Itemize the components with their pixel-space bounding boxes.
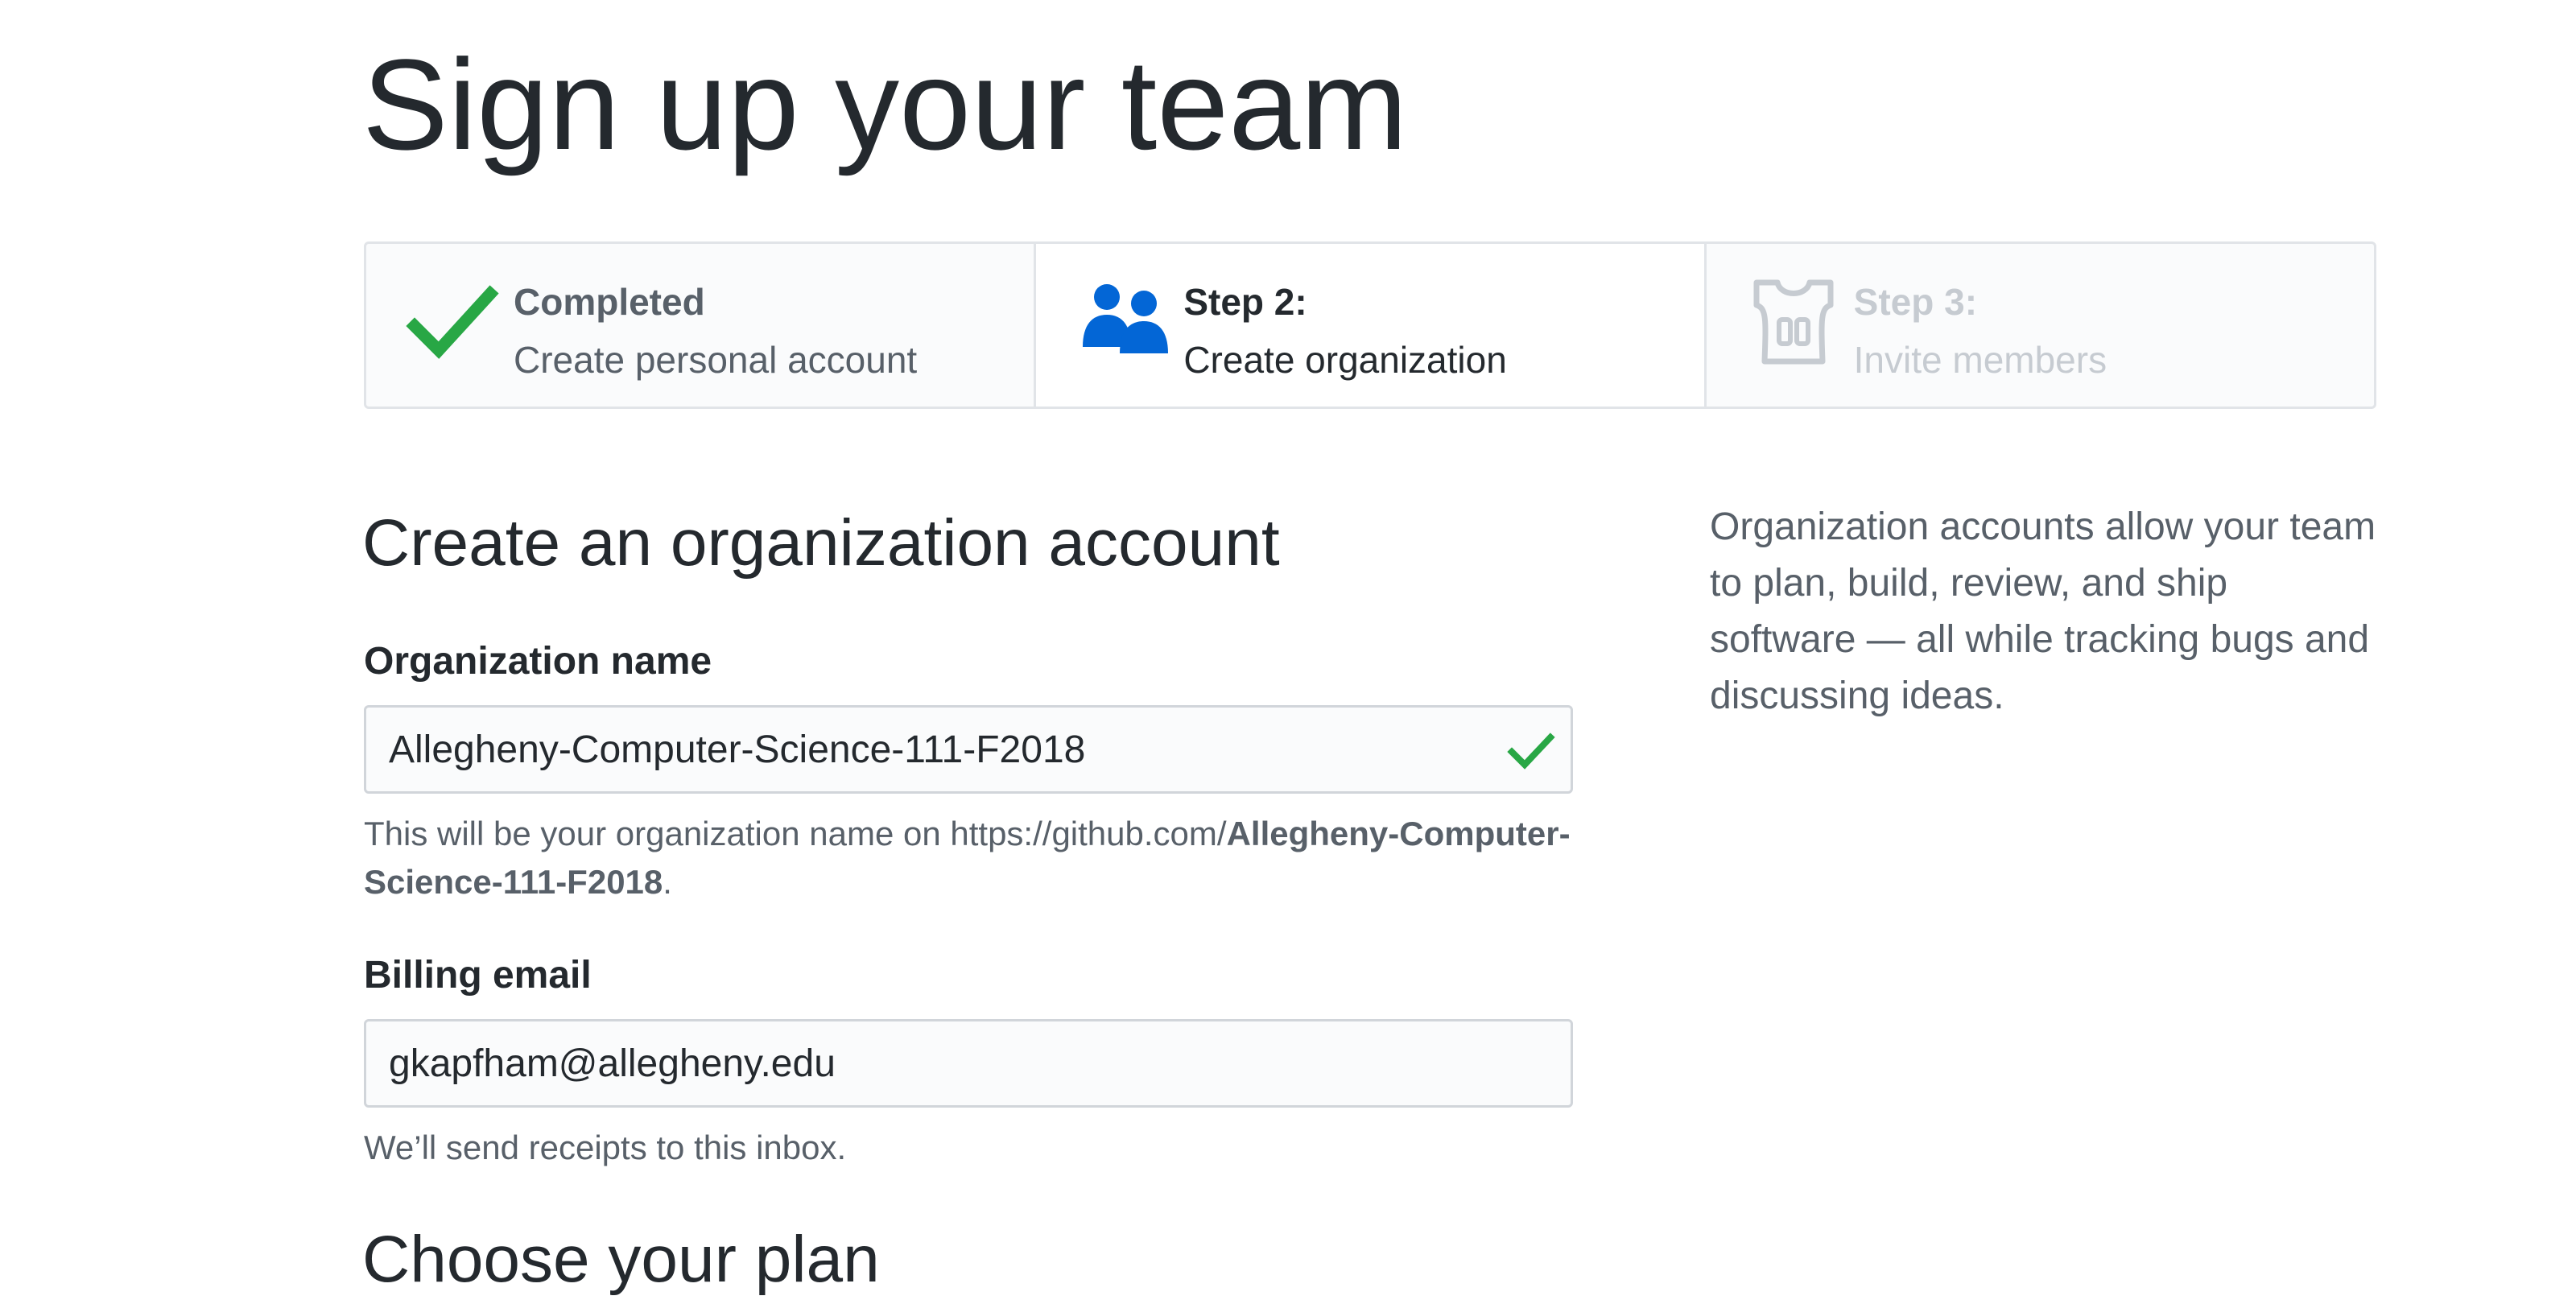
step-completed: Completed Create personal account [366,244,1034,407]
step-description: Create organization [1183,339,1507,381]
org-name-input[interactable] [364,705,1573,794]
valid-checkmark-icon [1507,733,1555,770]
page-title: Sign up your team [362,32,1408,176]
step-heading: Step 3: [1853,281,1978,323]
step-description: Invite members [1853,339,2107,381]
org-name-label: Organization name [364,640,712,683]
billing-email-label: Billing email [364,954,592,997]
step-heading: Completed [514,281,705,323]
step-heading: Step 2: [1183,281,1307,323]
step-pending: Step 3: Invite members [1703,244,2374,407]
checkmark-icon [406,285,499,359]
people-icon [1083,284,1169,353]
section-title: Create an organization account [362,506,1280,580]
billing-email-input[interactable] [364,1019,1573,1108]
org-name-hint: This will be your organization name on h… [364,810,1573,906]
org-url-prefix: This will be your organization name on h… [364,815,1227,852]
jersey-icon [1753,279,1834,365]
billing-email-hint: We’ll send receipts to this inbox. [364,1129,847,1166]
signup-page: Sign up your team Completed Create perso… [0,0,2576,1296]
org-url-suffix: . [663,863,672,901]
step-description: Create personal account [514,339,918,381]
step-current: Step 2: Create organization [1034,244,1704,407]
signup-steps: Completed Create personal account Step 2… [364,241,2376,409]
choose-plan-title: Choose your plan [362,1223,880,1296]
org-accounts-description: Organization accounts allow your team to… [1710,506,2376,717]
